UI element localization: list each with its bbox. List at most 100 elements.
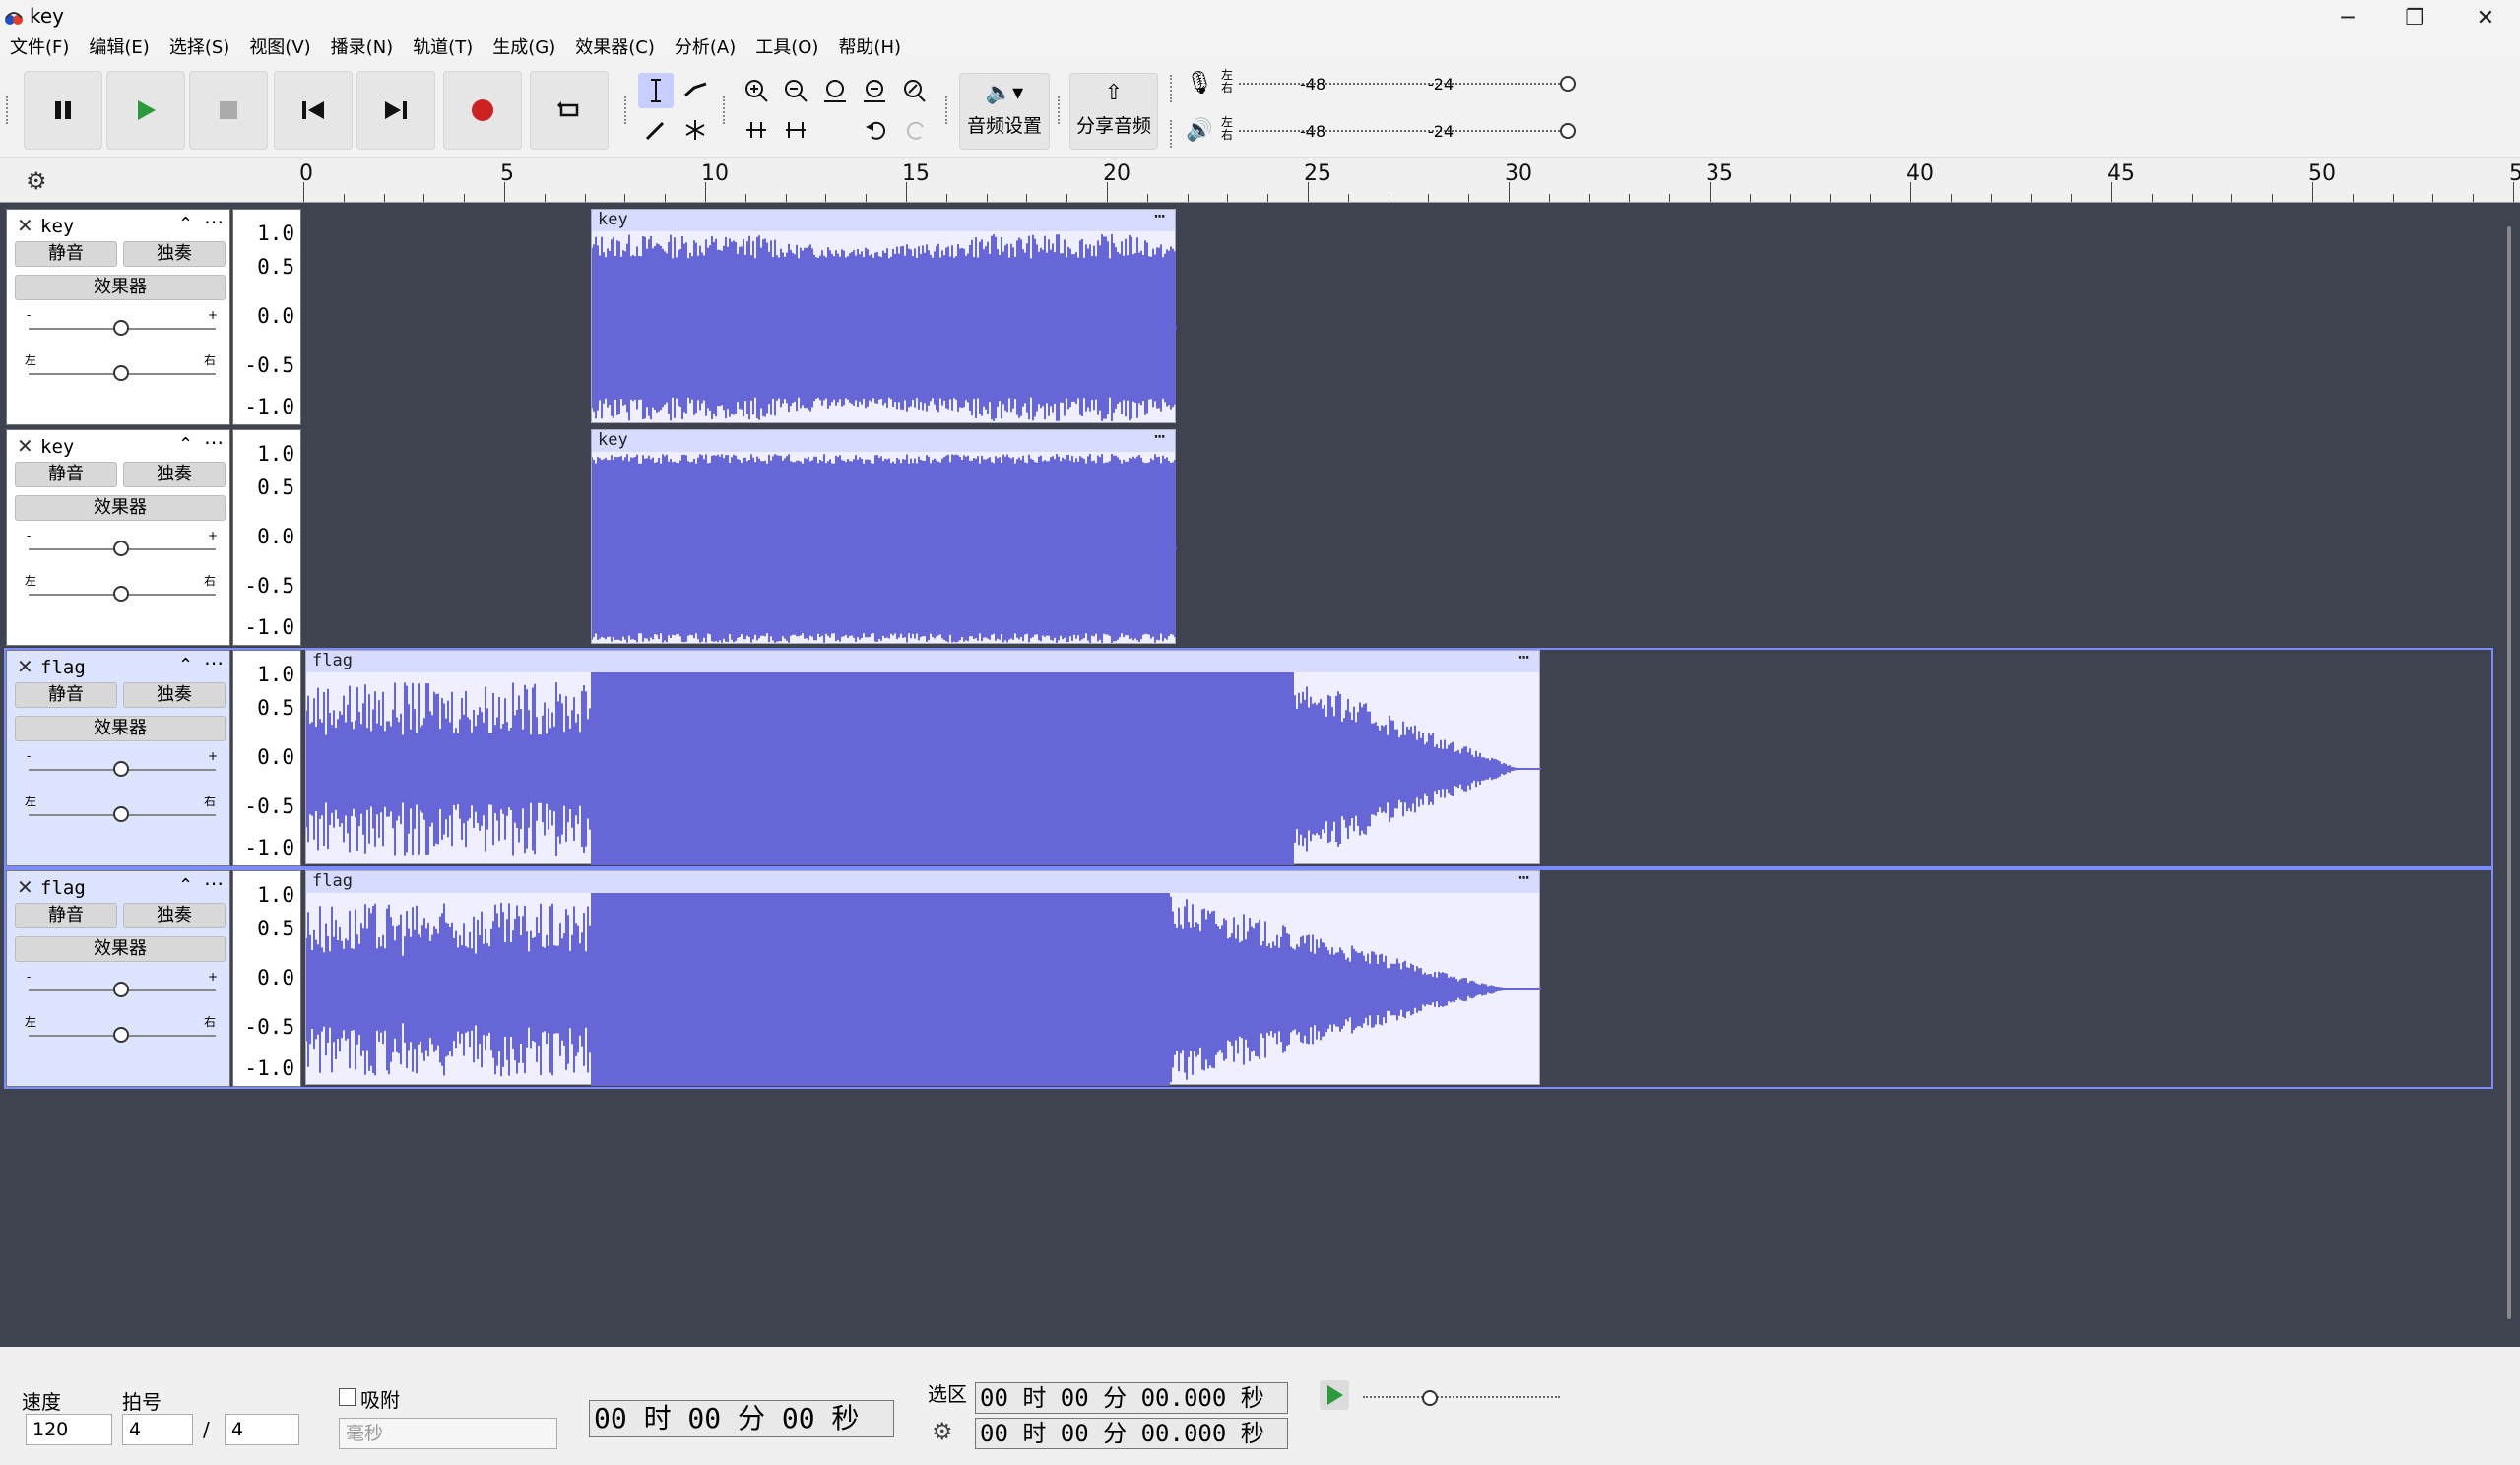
- track-control-panel[interactable]: ✕ key ⌃ ⋯ 静音 独奏 效果器 - + 左 右: [6, 429, 230, 646]
- menu-item-8[interactable]: 分析(A): [665, 35, 745, 61]
- fit-selection-button[interactable]: [817, 73, 853, 108]
- timeline-ruler[interactable]: ⚙ 0510152025303540455055: [0, 158, 2520, 203]
- clip-title-bar[interactable]: flag ⋯: [306, 867, 1539, 893]
- record-level-knob[interactable]: [1560, 76, 1576, 92]
- audio-clip[interactable]: key ⋯: [591, 426, 1177, 645]
- vertical-scale[interactable]: 1.0 0.5 0.0 -0.5 -1.0: [232, 870, 301, 1087]
- pan-knob[interactable]: [113, 806, 129, 822]
- track-control-panel[interactable]: ✕ flag ⌃ ⋯ 静音 独奏 效果器 - + 左 右: [6, 650, 230, 866]
- clip-menu-icon[interactable]: ⋯: [1154, 206, 1165, 226]
- trim-button[interactable]: [739, 112, 774, 148]
- collapse-icon[interactable]: ⌃: [178, 214, 193, 234]
- effects-button[interactable]: 效果器: [15, 495, 226, 521]
- gear-icon[interactable]: ⚙: [932, 1418, 953, 1445]
- silence-button[interactable]: [778, 112, 813, 148]
- speaker-meter-icon[interactable]: 🔊: [1186, 118, 1212, 143]
- gain-knob[interactable]: [113, 982, 129, 997]
- vertical-scale[interactable]: 1.0 0.5 0.0 -0.5 -1.0: [232, 429, 301, 646]
- waveform[interactable]: [306, 672, 1541, 865]
- collapse-icon[interactable]: ⌃: [178, 434, 193, 455]
- play-button[interactable]: [106, 71, 185, 150]
- pan-knob[interactable]: [113, 1027, 129, 1043]
- waveform[interactable]: [306, 893, 1541, 1086]
- close-track-icon[interactable]: ✕: [17, 434, 33, 458]
- play-at-speed-button[interactable]: [1320, 1380, 1349, 1410]
- track-menu-icon[interactable]: ⋯: [204, 430, 224, 454]
- zoom-in-button[interactable]: [739, 73, 774, 108]
- stop-button[interactable]: [189, 71, 268, 150]
- microphone-icon[interactable]: 🎙: [1186, 71, 1213, 96]
- record-button[interactable]: [443, 71, 522, 150]
- minimize-icon[interactable]: ─: [2314, 0, 2381, 35]
- vertical-scale[interactable]: 1.0 0.5 0.0 -0.5 -1.0: [232, 209, 301, 425]
- selection-tool-button[interactable]: [638, 73, 674, 108]
- menu-item-2[interactable]: 选择(S): [160, 35, 239, 61]
- menu-item-4[interactable]: 播录(N): [321, 35, 404, 61]
- solo-button[interactable]: 独奏: [123, 462, 226, 487]
- record-meter[interactable]: -48 -24: [1239, 71, 1576, 100]
- close-track-icon[interactable]: ✕: [17, 214, 33, 237]
- fit-project-button[interactable]: [857, 73, 892, 108]
- audio-clip[interactable]: key ⋯: [591, 206, 1177, 423]
- snap-unit-select[interactable]: 毫秒: [339, 1418, 557, 1449]
- track-name[interactable]: flag: [40, 657, 86, 678]
- clip-menu-icon[interactable]: ⋯: [1154, 426, 1165, 447]
- snap-checkbox[interactable]: [339, 1388, 356, 1406]
- restore-icon[interactable]: ❐: [2381, 0, 2448, 35]
- audio-setup-button[interactable]: 🔈▾ 音频设置: [959, 73, 1050, 150]
- gain-knob[interactable]: [113, 320, 129, 336]
- menu-item-3[interactable]: 视图(V): [239, 35, 320, 61]
- waveform[interactable]: [592, 452, 1177, 645]
- track-control-panel[interactable]: ✕ key ⌃ ⋯ 静音 独奏 效果器 - + 左 右: [6, 209, 230, 425]
- track[interactable]: ✕ flag ⌃ ⋯ 静音 独奏 效果器 - + 左 右 1.0 0.5 0.0 -0…: [4, 647, 2493, 868]
- menu-item-10[interactable]: 帮助(H): [828, 35, 911, 61]
- close-track-icon[interactable]: ✕: [17, 875, 33, 899]
- pan-knob[interactable]: [113, 586, 129, 602]
- toolbar-grip[interactable]: [1058, 96, 1064, 124]
- playback-level-knob[interactable]: [1560, 123, 1576, 139]
- effects-button[interactable]: 效果器: [15, 275, 226, 300]
- mute-button[interactable]: 静音: [15, 903, 117, 928]
- close-icon[interactable]: ✕: [2452, 0, 2519, 35]
- skip-to-start-button[interactable]: [274, 71, 353, 150]
- close-track-icon[interactable]: ✕: [17, 655, 33, 678]
- vertical-scale[interactable]: 1.0 0.5 0.0 -0.5 -1.0: [232, 650, 301, 866]
- menu-item-1[interactable]: 编辑(E): [79, 35, 159, 61]
- audio-clip[interactable]: flag ⋯: [305, 647, 1541, 865]
- mute-button[interactable]: 静音: [15, 462, 117, 487]
- vertical-scrollbar[interactable]: [2507, 226, 2511, 1319]
- menu-item-6[interactable]: 生成(G): [483, 35, 565, 61]
- effects-button[interactable]: 效果器: [15, 716, 226, 741]
- toolbar-grip[interactable]: [624, 96, 630, 124]
- gain-knob[interactable]: [113, 541, 129, 556]
- zoom-out-button[interactable]: [778, 73, 813, 108]
- track-menu-icon[interactable]: ⋯: [204, 651, 224, 674]
- selection-end-display[interactable]: 00 时 00 分 00.000 秒: [975, 1418, 1288, 1449]
- play-speed-knob[interactable]: [1422, 1390, 1438, 1406]
- undo-button[interactable]: [859, 112, 894, 148]
- multi-tool-button[interactable]: [678, 112, 713, 148]
- solo-button[interactable]: 独奏: [123, 241, 226, 267]
- tempo-input[interactable]: 120: [26, 1414, 112, 1445]
- mute-button[interactable]: 静音: [15, 682, 117, 708]
- track-name[interactable]: key: [40, 216, 74, 237]
- menu-item-0[interactable]: 文件(F): [0, 35, 79, 61]
- mute-button[interactable]: 静音: [15, 241, 117, 267]
- track-name[interactable]: flag: [40, 877, 86, 899]
- track[interactable]: ✕ key ⌃ ⋯ 静音 独奏 效果器 - + 左 右 1.0 0.5 0.0 -0.…: [6, 206, 2491, 425]
- collapse-icon[interactable]: ⌃: [178, 875, 193, 896]
- solo-button[interactable]: 独奏: [123, 682, 226, 708]
- loop-button[interactable]: [530, 71, 609, 150]
- playback-meter[interactable]: -48 -24: [1239, 118, 1576, 148]
- clip-title-bar[interactable]: key ⋯: [592, 426, 1175, 452]
- timesig-numerator-input[interactable]: 4: [122, 1414, 193, 1445]
- toolbar-grip[interactable]: [945, 96, 951, 124]
- play-speed-slider[interactable]: [1363, 1396, 1560, 1398]
- pan-knob[interactable]: [113, 365, 129, 381]
- toolbar-grip[interactable]: [1170, 75, 1176, 102]
- gain-knob[interactable]: [113, 761, 129, 777]
- track-name[interactable]: key: [40, 436, 74, 458]
- track[interactable]: ✕ key ⌃ ⋯ 静音 独奏 效果器 - + 左 右 1.0 0.5 0.0 -0.…: [6, 426, 2491, 646]
- draw-tool-button[interactable]: [638, 112, 674, 148]
- clip-title-bar[interactable]: flag ⋯: [306, 647, 1539, 672]
